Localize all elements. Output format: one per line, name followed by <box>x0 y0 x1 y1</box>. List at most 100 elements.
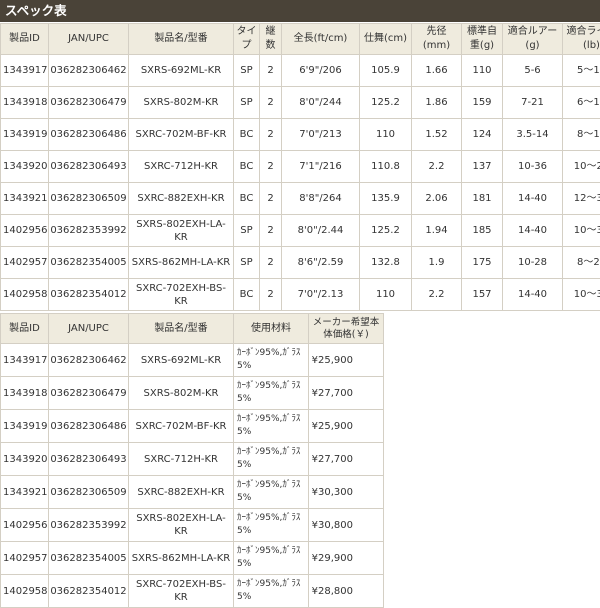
type-cell: SP <box>234 87 260 119</box>
closed-length-cell: 110.8 <box>360 151 412 183</box>
line-rating-cell: 12〜30 <box>563 183 600 215</box>
jan-upc-cell: 036282353992 <box>49 215 129 247</box>
model-cell: SXRS-802EXH-LA-KR <box>129 509 234 542</box>
lure-weight-cell: 5-6 <box>503 55 563 87</box>
table-row: 1343917036282306462SXRS-692ML-KRｶｰﾎﾞﾝ95%… <box>1 344 384 377</box>
product-id-cell: 1343918 <box>1 377 49 410</box>
closed-length-cell: 135.9 <box>360 183 412 215</box>
page-title: スペック表 <box>0 0 600 22</box>
tip-diameter-cell: 1.52 <box>412 119 462 151</box>
column-header: 製品名/型番 <box>129 24 234 55</box>
column-header: 使用材料 <box>234 314 309 344</box>
closed-length-cell: 105.9 <box>360 55 412 87</box>
pieces-cell: 2 <box>260 55 282 87</box>
line-rating-cell: 6〜16 <box>563 87 600 119</box>
column-header: JAN/UPC <box>49 24 129 55</box>
pieces-cell: 2 <box>260 119 282 151</box>
closed-length-cell: 125.2 <box>360 215 412 247</box>
pieces-cell: 2 <box>260 183 282 215</box>
spec-table: 製品ID JAN/UPC 製品名/型番 タイプ 継数 全長(ft/cm) 仕舞(… <box>0 23 600 311</box>
product-id-cell: 1343919 <box>1 119 49 151</box>
weight-cell: 175 <box>462 247 503 279</box>
material-cell: ｶｰﾎﾞﾝ95%,ｶﾞﾗｽ5% <box>234 509 309 542</box>
type-cell: SP <box>234 55 260 87</box>
table-row: 1402956036282353992SXRS-802EXH-LA-KRSP28… <box>1 215 600 247</box>
jan-upc-cell: 036282306486 <box>49 410 129 443</box>
line-rating-cell: 8〜14 <box>563 119 600 151</box>
column-header: 先径(mm) <box>412 24 462 55</box>
price-cell: ¥27,700 <box>309 443 384 476</box>
weight-cell: 110 <box>462 55 503 87</box>
length-cell: 8'0"/2.44 <box>282 215 360 247</box>
material-cell: ｶｰﾎﾞﾝ95%,ｶﾞﾗｽ5% <box>234 575 309 608</box>
length-cell: 8'0"/244 <box>282 87 360 119</box>
product-id-cell: 1343921 <box>1 476 49 509</box>
model-cell: SXRC-702M-BF-KR <box>129 410 234 443</box>
material-cell: ｶｰﾎﾞﾝ95%,ｶﾞﾗｽ5% <box>234 443 309 476</box>
table-row: 1343918036282306479SXRS-802M-KRSP28'0"/2… <box>1 87 600 119</box>
material-cell: ｶｰﾎﾞﾝ95%,ｶﾞﾗｽ5% <box>234 344 309 377</box>
length-cell: 7'0"/2.13 <box>282 279 360 311</box>
jan-upc-cell: 036282354005 <box>49 247 129 279</box>
tip-diameter-cell: 1.9 <box>412 247 462 279</box>
type-cell: SP <box>234 215 260 247</box>
type-cell: BC <box>234 151 260 183</box>
length-cell: 8'6"/2.59 <box>282 247 360 279</box>
jan-upc-cell: 036282306493 <box>49 151 129 183</box>
material-cell: ｶｰﾎﾞﾝ95%,ｶﾞﾗｽ5% <box>234 476 309 509</box>
column-header: 製品ID <box>1 24 49 55</box>
column-header: 標準自重(g) <box>462 24 503 55</box>
length-cell: 8'8"/264 <box>282 183 360 215</box>
material-cell: ｶｰﾎﾞﾝ95%,ｶﾞﾗｽ5% <box>234 542 309 575</box>
product-id-cell: 1402956 <box>1 215 49 247</box>
table-row: 1343918036282306479SXRS-802M-KRｶｰﾎﾞﾝ95%,… <box>1 377 384 410</box>
lure-weight-cell: 10-36 <box>503 151 563 183</box>
jan-upc-cell: 036282354012 <box>49 575 129 608</box>
product-id-cell: 1402958 <box>1 575 49 608</box>
line-rating-cell: 10〜30 <box>563 279 600 311</box>
column-header: JAN/UPC <box>49 314 129 344</box>
pieces-cell: 2 <box>260 215 282 247</box>
jan-upc-cell: 036282306462 <box>49 55 129 87</box>
price-cell: ¥30,800 <box>309 509 384 542</box>
line-rating-cell: 5〜12 <box>563 55 600 87</box>
jan-upc-cell: 036282353992 <box>49 509 129 542</box>
closed-length-cell: 132.8 <box>360 247 412 279</box>
column-header: タイプ <box>234 24 260 55</box>
price-cell: ¥28,800 <box>309 575 384 608</box>
weight-cell: 185 <box>462 215 503 247</box>
weight-cell: 159 <box>462 87 503 119</box>
product-id-cell: 1343920 <box>1 443 49 476</box>
tip-diameter-cell: 2.06 <box>412 183 462 215</box>
jan-upc-cell: 036282354005 <box>49 542 129 575</box>
table-row: 1343917036282306462SXRS-692ML-KRSP26'9"/… <box>1 55 600 87</box>
jan-upc-cell: 036282354012 <box>49 279 129 311</box>
closed-length-cell: 110 <box>360 119 412 151</box>
product-id-cell: 1343920 <box>1 151 49 183</box>
model-cell: SXRS-802EXH-LA-KR <box>129 215 234 247</box>
lure-weight-cell: 3.5-14 <box>503 119 563 151</box>
price-table: 製品ID JAN/UPC 製品名/型番 使用材料 メーカー希望本体価格(￥) 1… <box>0 313 384 608</box>
weight-cell: 181 <box>462 183 503 215</box>
product-id-cell: 1343918 <box>1 87 49 119</box>
column-header: 製品名/型番 <box>129 314 234 344</box>
product-id-cell: 1402957 <box>1 542 49 575</box>
model-cell: SXRS-802M-KR <box>129 377 234 410</box>
column-header: 製品ID <box>1 314 49 344</box>
column-header: 適合ルアー(g) <box>503 24 563 55</box>
price-cell: ¥25,900 <box>309 344 384 377</box>
closed-length-cell: 110 <box>360 279 412 311</box>
column-header: メーカー希望本体価格(￥) <box>309 314 384 344</box>
model-cell: SXRC-702EXH-BS-KR <box>129 575 234 608</box>
line-rating-cell: 10〜28 <box>563 151 600 183</box>
product-id-cell: 1402957 <box>1 247 49 279</box>
model-cell: SXRS-802M-KR <box>129 87 234 119</box>
weight-cell: 157 <box>462 279 503 311</box>
product-id-cell: 1402956 <box>1 509 49 542</box>
model-cell: SXRC-882EXH-KR <box>129 476 234 509</box>
price-cell: ¥25,900 <box>309 410 384 443</box>
type-cell: SP <box>234 247 260 279</box>
jan-upc-cell: 036282306479 <box>49 377 129 410</box>
line-rating-cell: 10〜30 <box>563 215 600 247</box>
table-row: 1343920036282306493SXRC-712H-KRｶｰﾎﾞﾝ95%,… <box>1 443 384 476</box>
